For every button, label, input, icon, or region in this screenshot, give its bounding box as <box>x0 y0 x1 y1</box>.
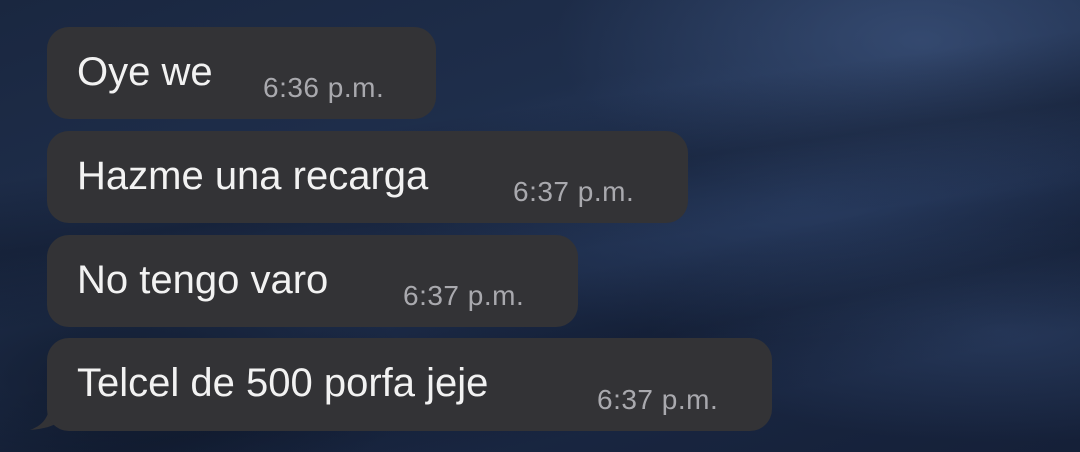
message-text: No tengo varo <box>77 258 329 302</box>
message-timestamp: 6:37 p.m. <box>403 280 525 311</box>
message-timestamp: 6:37 p.m. <box>513 176 635 207</box>
message-text: Telcel de 500 porfa jeje <box>77 361 489 405</box>
message-bubble[interactable]: No tengo varo 6:37 p.m. <box>47 235 578 327</box>
message-timestamp: 6:36 p.m. <box>263 72 385 103</box>
message-text: Hazme una recarga <box>77 154 429 198</box>
message-bubble[interactable]: Oye we 6:36 p.m. <box>47 27 436 119</box>
message-bubble[interactable]: Hazme una recarga 6:37 p.m. <box>47 131 688 223</box>
message-thread[interactable]: Oye we 6:36 p.m. Hazme una recarga 6:37 … <box>0 0 1080 452</box>
message-timestamp: 6:37 p.m. <box>597 384 719 415</box>
message-text: Oye we <box>77 50 213 94</box>
message-bubble[interactable]: Telcel de 500 porfa jeje 6:37 p.m. <box>47 338 772 431</box>
